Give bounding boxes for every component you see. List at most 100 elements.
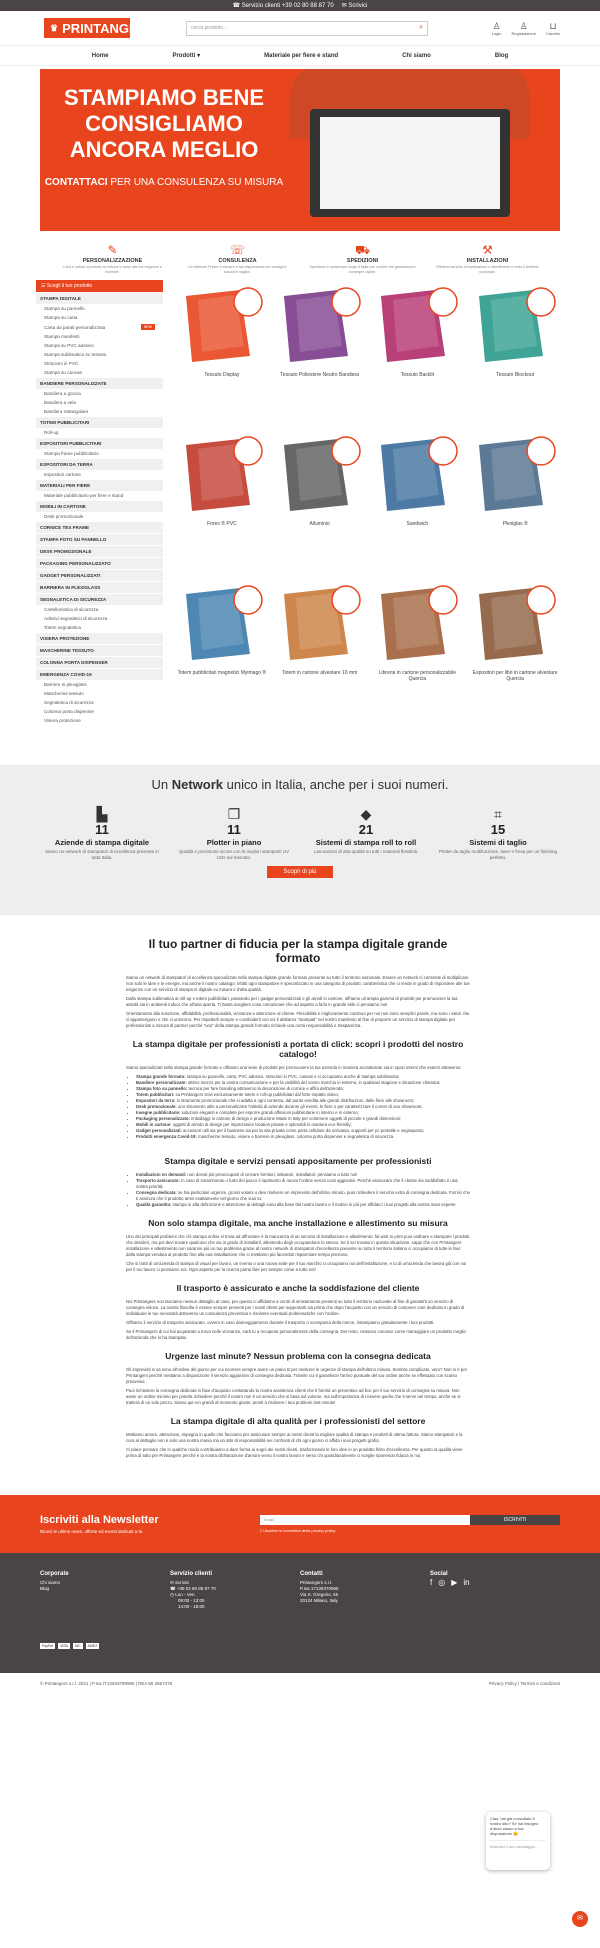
sidebar-item[interactable]: Bandiera rettangolare — [36, 407, 163, 416]
sidebar-category[interactable]: MOBILI IN CARTONE — [36, 501, 163, 512]
sidebar-item[interactable]: Segnaletica di sicurezza — [36, 698, 163, 707]
product-card[interactable]: Tessuto Backlit — [373, 286, 463, 421]
sidebar-item[interactable]: Stampa manifesti — [36, 332, 163, 341]
nav-blog[interactable]: Blog — [463, 53, 540, 59]
sidebar-item[interactable]: Visiera protezione — [36, 716, 163, 725]
sidebar-category[interactable]: MASCHERINE TESSUTO — [36, 645, 163, 656]
nav-prodotti[interactable]: Prodotti ▾ — [140, 52, 232, 59]
youtube-icon[interactable]: ▶ — [451, 1579, 457, 1587]
linkedin-icon[interactable]: in — [463, 1579, 469, 1587]
product-name[interactable]: Tessuto Backlit — [373, 372, 463, 378]
sidebar-item[interactable]: Espositori cartone — [36, 470, 163, 479]
product-name[interactable]: Sandwich — [373, 521, 463, 527]
sidebar-item[interactable]: Cartellonistica di sicurezza — [36, 605, 163, 614]
cart-button[interactable]: ⊔ Carrello — [546, 21, 560, 36]
product-name[interactable]: Tessuto Display — [177, 372, 267, 378]
sidebar-category[interactable]: PACKAGING PERSONALIZZATO — [36, 558, 163, 569]
phone-link[interactable]: ☎ Servizio clienti +39 02 80 88 87 70 — [233, 2, 334, 9]
product-card[interactable]: Tessuto Display — [177, 286, 267, 421]
sidebar-header: ☰ Scegli il tuo prodotto — [36, 280, 163, 292]
article-title: Il tuo partner di fiducia per la stampa … — [148, 937, 448, 965]
newsletter-email-input[interactable]: Email — [260, 1515, 470, 1525]
sidebar-item[interactable]: Bandiera a goccia — [36, 389, 163, 398]
sidebar-category[interactable]: MATERIALI PER FIERE — [36, 480, 163, 491]
sidebar-category[interactable]: SEGNALETICA DI SICUREZZA — [36, 594, 163, 605]
sidebar-category[interactable]: DESK PROMOZIONALE — [36, 546, 163, 557]
sidebar-item[interactable]: Desk promozionale — [36, 512, 163, 521]
register-button[interactable]: ♙ Registrazione — [512, 21, 536, 36]
instagram-icon[interactable]: ◎ — [438, 1579, 445, 1587]
list-item: Consegna dedicata: se hai particolari ur… — [136, 1190, 470, 1202]
footer-link[interactable]: Blog — [40, 1586, 170, 1592]
discover-button[interactable]: Scopri di più — [267, 866, 333, 878]
sidebar-category[interactable]: CORNICE TEX FRAME — [36, 522, 163, 533]
sidebar-category[interactable]: GADGET PERSONALIZZATI — [36, 570, 163, 581]
product-name[interactable]: Forex ® PVC — [177, 521, 267, 527]
product-name[interactable]: Totem in cartone alveolare 10 mm — [275, 670, 365, 676]
product-card[interactable]: Totem in cartone alveolare 10 mm — [275, 584, 365, 725]
product-card[interactable]: Sandwich — [373, 435, 463, 570]
sidebar-item[interactable]: Materiale pubblicitario per fiere e stan… — [36, 491, 163, 500]
sidebar-item[interactable]: Mascherine tessuto — [36, 689, 163, 698]
product-name[interactable]: Tessuto Poliestere Neutro Bandiera — [275, 372, 365, 378]
sidebar-item[interactable]: Carta da parati personalizzata NEW — [36, 322, 163, 332]
chat-icon[interactable]: ✉ — [572, 1911, 588, 1927]
product-card[interactable]: Alluminio — [275, 435, 365, 570]
sidebar-item[interactable]: Striscioni in PVC — [36, 359, 163, 368]
sidebar-item[interactable]: Adesivi segnaletici di sicurezza — [36, 614, 163, 623]
product-name[interactable]: Espositori per libri in cartone alveolar… — [470, 670, 560, 682]
product-image — [275, 584, 365, 664]
sidebar-item[interactable]: Totem segnaletica — [36, 623, 163, 632]
sidebar-category[interactable]: VISIERA PROTEZIONE — [36, 633, 163, 644]
sidebar-category[interactable]: ESPOSITORI DA TERRA — [36, 459, 163, 470]
nav-chi-siamo[interactable]: Chi siamo — [370, 53, 463, 59]
sidebar-category[interactable]: BANDIERE PERSONALIZZATE — [36, 378, 163, 389]
subscribe-button[interactable]: ISCRIVITI — [470, 1515, 560, 1525]
sidebar-item[interactable]: Barriere in plexiglass — [36, 680, 163, 689]
product-name[interactable]: Alluminio — [275, 521, 365, 527]
sidebar-item[interactable]: Colonna porta dispenser — [36, 707, 163, 716]
product-name[interactable]: Plexiglas ® — [470, 521, 560, 527]
sidebar-category[interactable]: ESPOSITORI PUBBLICITARI — [36, 438, 163, 449]
product-name[interactable]: Totem pubblicitari magnetici Myimago ® — [177, 670, 267, 676]
mastercard-icon: MC — [73, 1643, 83, 1649]
product-card[interactable]: Espositori per libri in cartone alveolar… — [470, 584, 560, 725]
sidebar-item[interactable]: Stampa su carta — [36, 313, 163, 322]
hero-banner[interactable]: STAMPIAMO BENE CONSIGLIAMO ANCORA MEGLIO… — [40, 69, 560, 231]
product-card[interactable]: Plexiglas ® — [470, 435, 560, 570]
sidebar-item[interactable]: Roll-up — [36, 428, 163, 437]
sidebar-item[interactable]: Bandiera a vela — [36, 398, 163, 407]
sidebar-category[interactable]: TOTEM PUBBLICITARI — [36, 417, 163, 428]
chat-input[interactable]: Inserisci il tuo messaggio... — [490, 1840, 546, 1849]
sidebar-category[interactable]: COLONNA PORTA DISPENSER — [36, 657, 163, 668]
login-button[interactable]: ♙ Login — [492, 21, 502, 36]
privacy-checkbox[interactable]: ☐ Accetto la normativa della privacy pol… — [260, 1528, 560, 1533]
sidebar-item[interactable]: Stampa su pannello — [36, 304, 163, 313]
product-card[interactable]: Tessuto Poliestere Neutro Bandiera — [275, 286, 365, 421]
sidebar-item[interactable]: Stampa frame pubblicitario — [36, 449, 163, 458]
product-card[interactable]: Libreria in cartone personalizzabile Que… — [373, 584, 463, 725]
logo[interactable]: ♛ PRINTANGERS — [44, 18, 156, 38]
product-card[interactable]: Tessuto Blockout — [470, 286, 560, 421]
product-card[interactable]: Totem pubblicitari magnetici Myimago ® — [177, 584, 267, 725]
search-icon[interactable]: ⌕ — [419, 24, 423, 32]
facebook-icon[interactable]: f — [430, 1579, 432, 1587]
sidebar-item[interactable]: Stampa su canvas — [36, 368, 163, 377]
nav-home[interactable]: Home — [60, 53, 141, 59]
sidebar-category[interactable]: STAMPA FOTO SU PANNELLO — [36, 534, 163, 545]
service-list: Installazioni on demand: non dovrai più … — [136, 1172, 470, 1208]
sidebar-item[interactable]: Stampa su PVC adesivo — [36, 341, 163, 350]
product-image — [470, 584, 560, 664]
product-name[interactable]: Libreria in cartone personalizzabile Que… — [373, 670, 463, 682]
sidebar-category[interactable]: STAMPA DIGITALE — [36, 293, 163, 304]
sidebar-category[interactable]: EMERGENZA COVID-19 — [36, 669, 163, 680]
legal-links[interactable]: Privacy Policy | Termini e condizioni — [489, 1681, 560, 1686]
product-card[interactable]: Forex ® PVC — [177, 435, 267, 570]
mail-link[interactable]: ✉ Scrivici — [342, 2, 368, 9]
search-input[interactable]: cerca prodotto... ⌕ — [186, 20, 428, 36]
sidebar-item[interactable]: Stampa sublimatica su tessuto — [36, 350, 163, 359]
product-name[interactable]: Tessuto Blockout — [470, 372, 560, 378]
hero-cta[interactable]: CONTATTACI PER UNA CONSULENZA SU MISURA — [40, 177, 288, 189]
sidebar-category[interactable]: BARRIERA IN PLEXIGLASS — [36, 582, 163, 593]
nav-fiere[interactable]: Materiale per fiere e stand — [232, 53, 370, 59]
